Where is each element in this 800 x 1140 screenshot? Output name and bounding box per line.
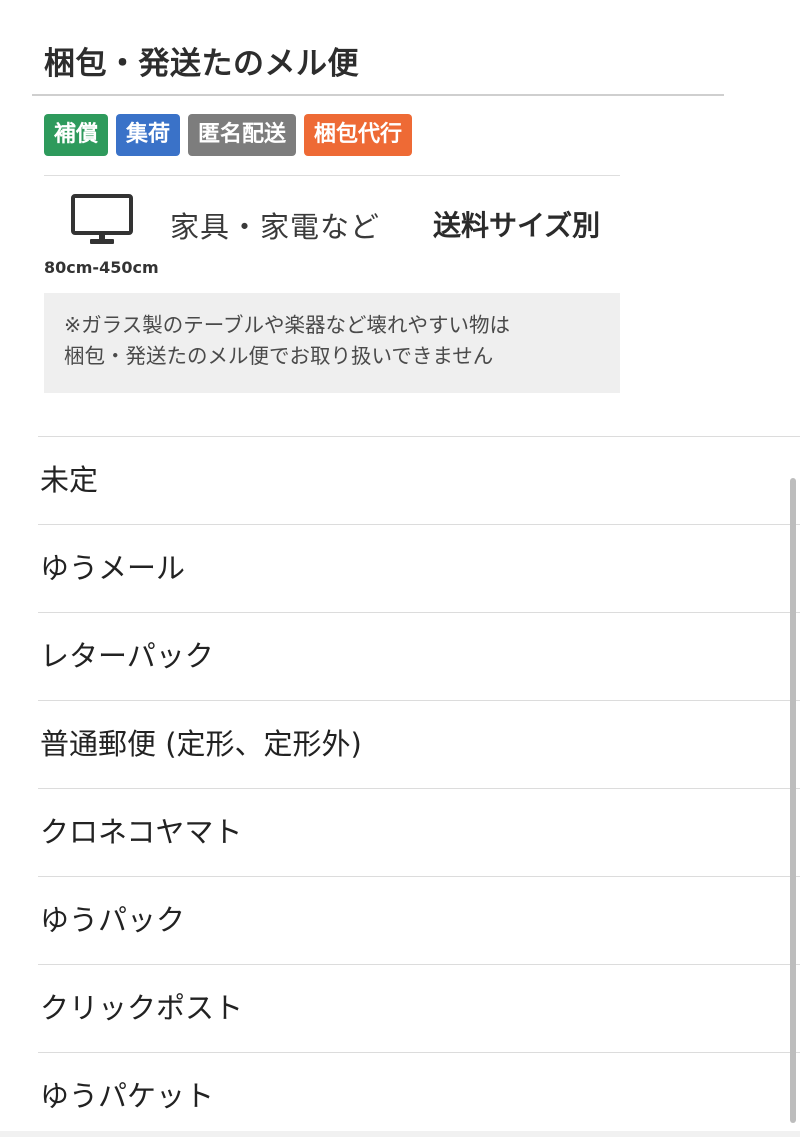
shipping-options-list: 未定 ゆうメール レターパック 普通郵便 (定形、定形外) クロネコヤマト ゆう…	[0, 437, 800, 1140]
option-click-post[interactable]: クリックポスト	[38, 965, 800, 1053]
tag-compensation: 補償	[44, 114, 109, 156]
caution-line: ※ガラス製のテーブルや楽器など壊れやすい物は	[64, 313, 511, 337]
option-label: 未定	[40, 463, 99, 497]
scrollbar[interactable]	[790, 478, 796, 1123]
option-label: クロネコヤマト	[40, 815, 243, 849]
option-undecided[interactable]: 未定	[38, 437, 800, 525]
option-yu-packet[interactable]: ゆうパケット	[38, 1053, 800, 1140]
option-regular-mail[interactable]: 普通郵便 (定形、定形外)	[38, 701, 800, 789]
option-label: ゆうメール	[40, 551, 186, 585]
option-kuroneko-yamato[interactable]: クロネコヤマト	[38, 789, 800, 877]
option-letter-pack[interactable]: レターパック	[38, 613, 800, 701]
option-label: ゆうパック	[40, 903, 186, 937]
tag-packing-service: 梱包代行	[304, 114, 413, 156]
option-yu-pack[interactable]: ゆうパック	[38, 877, 800, 965]
shipping-method-panel: 梱包・発送たのメル便 補償 集荷 匿名配送 梱包代行 80cm-450cm 家具…	[0, 0, 800, 436]
tag-anonymous-shipping: 匿名配送	[188, 114, 297, 156]
feature-tags: 補償 集荷 匿名配送 梱包代行	[44, 114, 413, 156]
option-label: レターパック	[40, 639, 214, 673]
option-label: 普通郵便 (定形、定形外)	[40, 727, 362, 761]
option-label: クリックポスト	[40, 991, 244, 1025]
shipping-fee-note: 送料サイズ別	[433, 209, 601, 242]
option-yu-mail[interactable]: ゆうメール	[38, 525, 800, 613]
size-range: 80cm-450cm	[44, 258, 159, 277]
title-divider	[32, 94, 724, 96]
category-text: 家具・家電など	[170, 210, 381, 244]
tv-icon	[71, 194, 133, 244]
option-label: ゆうパケット	[40, 1079, 215, 1113]
caution-box: ※ガラス製のテーブルや楽器など壊れやすい物は 梱包・発送たのメル便でお取り扱いで…	[44, 293, 620, 393]
caution-line: 梱包・発送たのメル便でお取り扱いできません	[64, 344, 494, 368]
tag-pickup: 集荷	[116, 114, 181, 156]
section-divider	[44, 175, 620, 176]
panel-title: 梱包・発送たのメル便	[44, 46, 359, 82]
bottom-edge	[0, 1131, 800, 1137]
